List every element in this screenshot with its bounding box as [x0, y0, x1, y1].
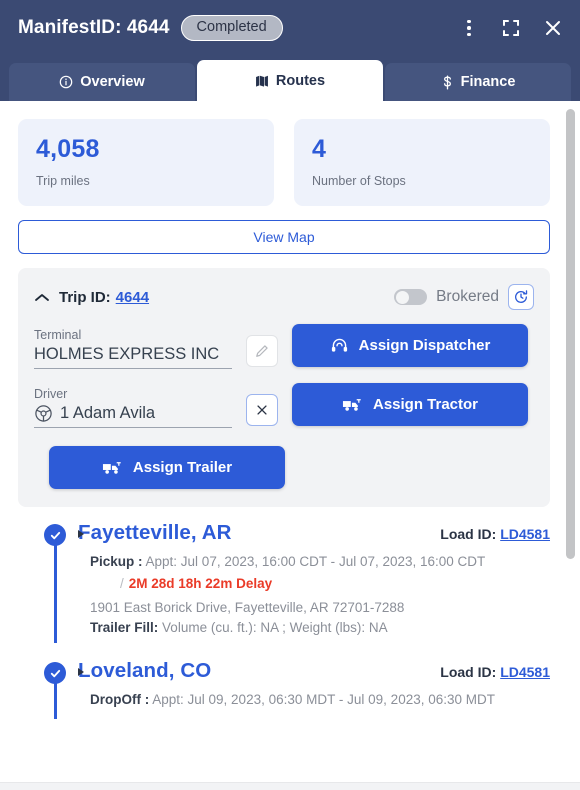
load-id-label: Load ID:	[440, 664, 497, 681]
expand-triangle-icon[interactable]	[78, 668, 84, 677]
list-item: Fayetteville, AR Load ID: LD4581 Pickup …	[18, 521, 550, 644]
stat-card-number-of-stops: 4 Number of Stops	[294, 119, 550, 206]
stop-status-check-icon[interactable]	[44, 524, 66, 546]
modal-header: ManifestID: 4644 Completed	[0, 0, 580, 56]
stop-connector-line	[54, 545, 57, 644]
stat-value: 4,058	[36, 135, 100, 163]
assign-dispatcher-label: Assign Dispatcher	[358, 337, 491, 354]
tab-finance[interactable]: Finance	[385, 63, 571, 101]
trip-header: Trip ID: 4644 Brokered	[34, 284, 534, 310]
trailer-fill-label: Trailer Fill:	[90, 620, 159, 636]
assign-dispatcher-button[interactable]: Assign Dispatcher	[292, 324, 528, 367]
view-map-button[interactable]: View Map	[18, 220, 550, 254]
terminal-field: Terminal HOLMES EXPRESS INC	[34, 328, 232, 369]
status-badge: Completed	[180, 15, 283, 41]
routes-panel: 4,058 Trip miles 4 Number of Stops View …	[0, 101, 580, 790]
appt-dash: -	[330, 554, 336, 569]
driver-field: Driver 1 Adam Avila	[34, 387, 232, 428]
load-id-link[interactable]: LD4581	[500, 526, 550, 542]
close-icon[interactable]	[542, 17, 564, 39]
info-icon	[59, 75, 73, 89]
stop-appointment: Pickup : Appt: Jul 07, 2023, 16:00 CDT -…	[60, 552, 550, 572]
trip-panel: Trip ID: 4644 Brokered Terminal HOLMES E…	[18, 268, 550, 507]
view-map-wrapper: View Map	[0, 206, 580, 254]
tab-bar: Overview Routes Finance	[0, 56, 580, 101]
trip-id-label: Trip ID:	[59, 288, 111, 306]
stop-appt-end: Jul 09, 2023, 06:30 MDT	[347, 692, 495, 708]
truck-icon	[102, 462, 121, 474]
load-id: Load ID: LD4581	[440, 664, 550, 680]
driver-row: Driver 1 Adam Avila Assign Tractor	[34, 383, 534, 428]
map-icon	[255, 75, 268, 87]
stop-header: Loveland, CO Load ID: LD4581	[60, 659, 550, 683]
stop-name[interactable]: Fayetteville, AR	[78, 521, 232, 545]
stat-label: Trip miles	[36, 174, 90, 188]
stop-list: Fayetteville, AR Load ID: LD4581 Pickup …	[0, 507, 580, 719]
clear-driver-icon[interactable]	[246, 394, 278, 426]
tab-overview-label: Overview	[80, 74, 145, 90]
header-actions	[458, 17, 564, 39]
brokered-label: Brokered	[436, 288, 499, 305]
brokered-toggle[interactable]	[394, 289, 428, 305]
stop-type-label: DropOff :	[90, 692, 150, 708]
driver-value[interactable]: 1 Adam Avila	[60, 404, 155, 423]
trailer-fill-value: Volume (cu. ft.): NA ; Weight (lbs): NA	[162, 620, 388, 636]
vertical-scrollbar[interactable]	[566, 109, 575, 559]
driver-label: Driver	[34, 387, 68, 401]
tab-routes-label: Routes	[275, 72, 326, 89]
terminal-value[interactable]: HOLMES EXPRESS INC	[34, 345, 219, 364]
trip-header-actions: Brokered	[394, 284, 534, 310]
more-options-icon[interactable]	[458, 17, 480, 39]
stop-header: Fayetteville, AR Load ID: LD4581	[60, 521, 550, 545]
stop-address: 1901 East Borick Drive, Fayetteville, AR…	[90, 600, 405, 616]
load-id-label: Load ID:	[440, 526, 497, 542]
manifest-detail-modal: ManifestID: 4644 Completed Overview Rout…	[0, 0, 580, 790]
stop-trailer-fill: Trailer Fill: Volume (cu. ft.): NA ; Wei…	[60, 620, 550, 635]
headset-icon	[331, 338, 347, 352]
steering-wheel-icon	[34, 404, 53, 423]
stop-appt-start: Appt: Jul 07, 2023, 16:00 CDT	[145, 554, 327, 569]
stop-name[interactable]: Loveland, CO	[78, 659, 211, 683]
pencil-icon[interactable]	[246, 335, 278, 367]
stop-connector-line	[54, 683, 57, 719]
stat-value: 4	[312, 135, 327, 163]
assign-trailer-label: Assign Trailer	[132, 459, 233, 476]
expand-triangle-icon[interactable]	[78, 530, 84, 538]
page-title: ManifestID: 4644	[18, 17, 170, 38]
list-item: Loveland, CO Load ID: LD4581 DropOff : A…	[18, 659, 550, 719]
appt-dash: -	[338, 692, 344, 708]
stop-appt-end: Jul 07, 2023, 16:00 CDT	[338, 554, 486, 569]
history-refresh-icon[interactable]	[508, 284, 534, 310]
chevron-up-icon[interactable]	[34, 292, 50, 303]
terminal-label: Terminal	[34, 328, 82, 342]
tab-overview[interactable]: Overview	[9, 63, 195, 101]
assign-trailer-button[interactable]: Assign Trailer	[49, 446, 285, 489]
bottom-edge	[0, 782, 580, 790]
dollar-icon	[443, 74, 451, 90]
stop-appointment: DropOff : Appt: Jul 09, 2023, 06:30 MDT …	[60, 690, 550, 710]
load-id: Load ID: LD4581	[440, 526, 550, 542]
stat-cards: 4,058 Trip miles 4 Number of Stops	[0, 101, 580, 206]
terminal-row: Terminal HOLMES EXPRESS INC Assign Dispa…	[34, 324, 534, 369]
stop-appt-start: Appt: Jul 09, 2023, 06:30 MDT	[152, 692, 336, 708]
assign-tractor-label: Assign Tractor	[372, 396, 479, 413]
stat-card-trip-miles: 4,058 Trip miles	[18, 119, 274, 206]
fullscreen-icon[interactable]	[500, 17, 522, 39]
stop-delay: /2M 28d 18h 22m Delay	[120, 576, 273, 592]
stat-label: Number of Stops	[312, 174, 406, 188]
assign-tractor-button[interactable]: Assign Tractor	[292, 383, 528, 426]
truck-icon	[342, 399, 361, 411]
load-id-link[interactable]: LD4581	[500, 664, 550, 680]
trip-id-link[interactable]: 4644	[116, 289, 149, 306]
stop-delay-text: 2M 28d 18h 22m Delay	[128, 576, 273, 592]
tab-finance-label: Finance	[460, 74, 516, 90]
tab-routes[interactable]: Routes	[197, 60, 383, 101]
stop-type-label: Pickup :	[90, 554, 143, 569]
